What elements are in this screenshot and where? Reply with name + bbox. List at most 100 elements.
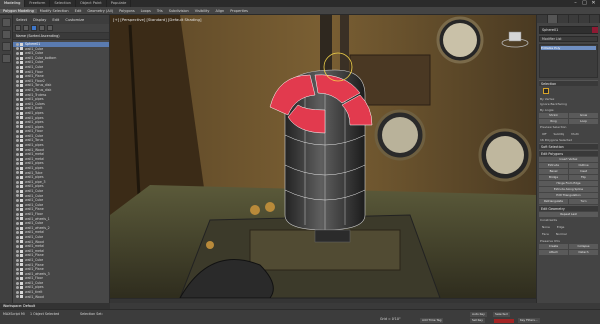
- option-by-angle[interactable]: By Angle:: [540, 108, 597, 112]
- visibility-eye-icon[interactable]: [16, 70, 19, 74]
- menu-edit[interactable]: Edit: [49, 18, 62, 22]
- modifier-stack[interactable]: Editable Poly: [539, 44, 598, 78]
- visibility-eye-icon[interactable]: [16, 84, 19, 88]
- rollout-soft-selection[interactable]: Soft Selection: [539, 143, 598, 150]
- visibility-eye-icon[interactable]: [16, 51, 19, 55]
- bridge-button[interactable]: Bridge: [539, 175, 568, 181]
- polygon-mode-icon[interactable]: [543, 88, 549, 94]
- visibility-eye-icon[interactable]: [16, 231, 19, 235]
- edit-triangulation-button[interactable]: Edit Triangulation: [539, 193, 598, 199]
- visibility-eye-icon[interactable]: [16, 116, 19, 120]
- visibility-eye-icon[interactable]: [16, 42, 19, 46]
- visibility-eye-icon[interactable]: [16, 102, 19, 106]
- modifier-stack-item[interactable]: Editable Poly: [541, 46, 596, 51]
- menu-select[interactable]: Select: [13, 18, 30, 22]
- tab-populate[interactable]: Populate: [107, 0, 132, 7]
- time-slider[interactable]: [110, 298, 536, 303]
- scene-tree-item[interactable]: wall1_Wood: [13, 295, 109, 300]
- visibility-eye-icon[interactable]: [16, 249, 19, 253]
- find-icon[interactable]: [23, 25, 29, 31]
- preview-off[interactable]: Off: [542, 132, 546, 136]
- ribbon-edit[interactable]: Edit: [72, 9, 85, 13]
- turn-button[interactable]: Turn: [569, 199, 598, 205]
- set-key-button[interactable]: Set Key: [470, 318, 485, 323]
- visibility-eye-icon[interactable]: [16, 166, 19, 170]
- visibility-eye-icon[interactable]: [16, 125, 19, 129]
- close-icon[interactable]: ✕: [589, 0, 598, 7]
- visibility-eye-icon[interactable]: [16, 272, 19, 276]
- key-filters-button[interactable]: Key Filters...: [518, 318, 540, 323]
- visibility-eye-icon[interactable]: [16, 107, 19, 111]
- preview-subobj[interactable]: SubObj: [553, 132, 564, 136]
- add-time-tag-button[interactable]: Add Time Tag: [420, 318, 444, 323]
- constraint-edge[interactable]: Edge: [557, 225, 565, 229]
- constraint-normal[interactable]: Normal: [556, 232, 567, 236]
- tab-freeform[interactable]: Freeform: [25, 0, 51, 7]
- minimize-icon[interactable]: –: [571, 0, 580, 7]
- retriangulate-button[interactable]: Retriangulate: [539, 199, 568, 205]
- visibility-eye-icon[interactable]: [16, 286, 19, 290]
- ribbon-polygon-modeling[interactable]: Polygon Modeling: [0, 8, 37, 13]
- visibility-eye-icon[interactable]: [16, 93, 19, 97]
- perspective-viewport[interactable]: [+] [Perspective] [Standard] [Default Sh…: [110, 15, 536, 298]
- visibility-eye-icon[interactable]: [16, 235, 19, 239]
- object-color-swatch[interactable]: [592, 27, 598, 33]
- display-tab-icon[interactable]: [579, 15, 590, 23]
- ribbon-align[interactable]: Align: [212, 9, 227, 13]
- insert-vertex-button[interactable]: Insert Vertex: [539, 157, 598, 163]
- create-tab-icon[interactable]: [537, 15, 548, 23]
- visibility-eye-icon[interactable]: [16, 120, 19, 124]
- filter-icon[interactable]: [15, 25, 21, 31]
- extrude-along-spline-button[interactable]: Extrude Along Spline: [539, 187, 598, 193]
- visibility-eye-icon[interactable]: [16, 97, 19, 101]
- shrink-button[interactable]: Shrink: [539, 113, 568, 119]
- visibility-eye-icon[interactable]: [16, 180, 19, 184]
- visibility-eye-icon[interactable]: [16, 79, 19, 83]
- viewport-label[interactable]: [+] [Perspective] [Standard] [Default Sh…: [113, 17, 201, 22]
- visibility-eye-icon[interactable]: [16, 244, 19, 248]
- visibility-eye-icon[interactable]: [16, 134, 19, 138]
- visibility-eye-icon[interactable]: [16, 226, 19, 230]
- visibility-eye-icon[interactable]: [16, 208, 19, 212]
- visibility-eye-icon[interactable]: [16, 74, 19, 78]
- ribbon-loops[interactable]: Loops: [138, 9, 154, 13]
- select-tool-icon[interactable]: [2, 18, 11, 27]
- preserve-uvs-option[interactable]: Preserve UVs: [540, 239, 597, 243]
- sort-icon[interactable]: [31, 25, 37, 31]
- attach-button[interactable]: Attach: [539, 250, 568, 256]
- modifier-list-dropdown[interactable]: Modifier List: [539, 36, 598, 42]
- inset-button[interactable]: Inset: [569, 169, 598, 175]
- modify-tab-icon[interactable]: [547, 15, 558, 23]
- visibility-eye-icon[interactable]: [16, 56, 19, 60]
- layer-icon[interactable]: [39, 25, 45, 31]
- hierarchy-view-icon[interactable]: [47, 25, 53, 31]
- ribbon-subdivision[interactable]: Subdivision: [166, 9, 192, 13]
- flip-button[interactable]: Flip: [569, 175, 598, 181]
- motion-tab-icon[interactable]: [569, 15, 579, 23]
- ribbon-geometry[interactable]: Geometry (All): [84, 9, 116, 13]
- visibility-eye-icon[interactable]: [16, 267, 19, 271]
- visibility-eye-icon[interactable]: [16, 130, 19, 134]
- collapse-button[interactable]: Collapse: [569, 244, 598, 250]
- ribbon-modify-selection[interactable]: Modify Selection: [37, 9, 72, 13]
- visibility-eye-icon[interactable]: [16, 290, 19, 294]
- visibility-eye-icon[interactable]: [16, 61, 19, 65]
- visibility-eye-icon[interactable]: [16, 47, 19, 51]
- visibility-eye-icon[interactable]: [16, 221, 19, 225]
- menu-customize[interactable]: Customize: [62, 18, 87, 22]
- visibility-eye-icon[interactable]: [16, 240, 19, 244]
- utilities-tab-icon[interactable]: [590, 15, 600, 23]
- viewcube-icon[interactable]: [500, 29, 530, 49]
- visibility-eye-icon[interactable]: [16, 212, 19, 216]
- visibility-eye-icon[interactable]: [16, 157, 19, 161]
- option-by-vertex[interactable]: By Vertex: [540, 97, 597, 101]
- visibility-eye-icon[interactable]: [16, 217, 19, 221]
- visibility-eye-icon[interactable]: [16, 254, 19, 258]
- preview-multi[interactable]: Multi: [571, 132, 578, 136]
- object-name-field[interactable]: Sphere01: [539, 26, 598, 34]
- visibility-eye-icon[interactable]: [16, 153, 19, 157]
- set-key-indicator[interactable]: [494, 319, 514, 323]
- visibility-eye-icon[interactable]: [16, 189, 19, 193]
- constraint-face[interactable]: Face: [542, 232, 549, 236]
- column-header-name[interactable]: Name (Sorted Ascending): [13, 33, 109, 40]
